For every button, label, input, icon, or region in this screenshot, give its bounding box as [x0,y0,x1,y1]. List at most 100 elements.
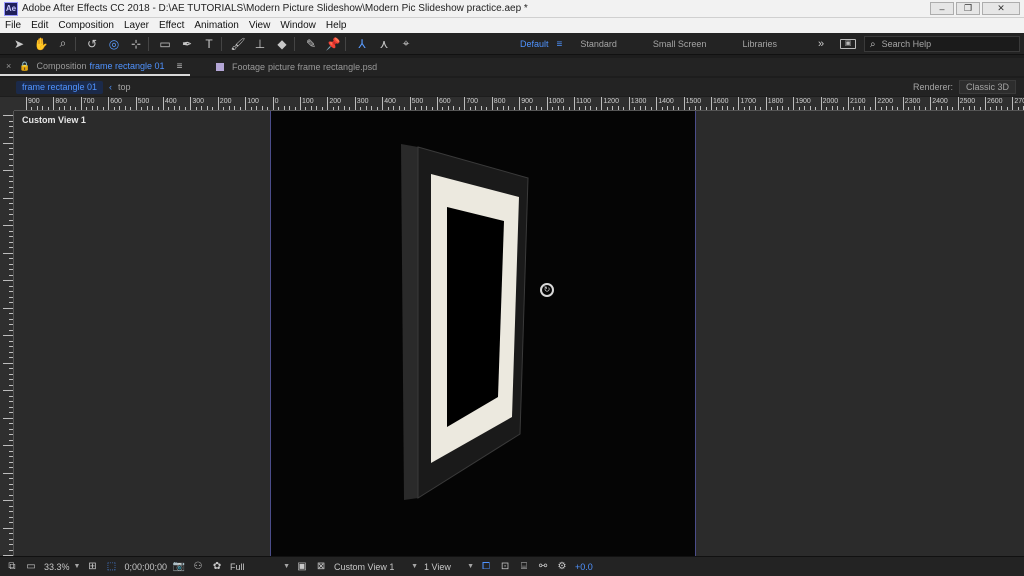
type-tool-icon[interactable]: T [200,35,218,53]
brush-tool-icon[interactable]: 🖌 [229,35,247,53]
menu-view[interactable]: View [249,20,271,31]
renderer-value[interactable]: Classic 3D [958,80,1016,94]
picture-frame-layer[interactable] [271,111,697,556]
reset-exposure-icon[interactable]: ⚙ [555,561,569,573]
current-time[interactable]: 0;00;00;00 [124,562,167,572]
composition-viewer[interactable]: Custom View 1 ↻ [14,111,1024,556]
camera-snapshot-icon[interactable]: 📷 [172,561,186,573]
window-controls: – ❐ ✕ [930,2,1020,15]
ruler-tick [9,192,13,193]
ruler-label: 800 [493,98,506,105]
always-preview-icon[interactable]: ⧉ [5,561,19,573]
search-help[interactable]: ⌕ [864,36,1020,52]
menu-edit[interactable]: Edit [31,20,48,31]
ruler-tick [9,324,13,325]
zoom-tool-icon[interactable]: ⌕ [54,35,72,53]
world-axis-icon[interactable]: ⋏ [375,35,393,53]
ruler-minor-tick [360,107,362,110]
ruler-tick [9,423,13,424]
close-tab-icon[interactable]: × [6,61,11,71]
ruler-minor-tick [398,106,400,110]
search-help-input[interactable] [881,39,1002,49]
ruler-minor-tick [212,107,214,110]
roto-brush-icon[interactable]: ✎ [302,35,320,53]
rectangle-tool-icon[interactable]: ▭ [156,35,174,53]
orbit-camera-icon[interactable]: ◎ [105,35,123,53]
mask-visibility-icon[interactable]: ⬚ [104,561,118,573]
menu-effect[interactable]: Effect [159,20,184,31]
more-workspaces-icon[interactable]: » [818,38,824,50]
left-ruler[interactable] [0,111,14,556]
ruler-minor-tick [612,106,614,110]
workspace-panel-icon[interactable]: ▣ [840,39,856,49]
hand-tool-icon[interactable]: ✋ [32,35,50,53]
ruler-minor-tick [952,107,954,110]
comp-flowchart-icon[interactable]: ⚯ [536,561,550,573]
menu-layer[interactable]: Layer [124,20,149,31]
workspace-standard[interactable]: Standard [580,39,617,49]
ruler-minor-tick [732,107,734,110]
top-ruler[interactable]: 900 800 700 600 500 400 300 200 100 0 100 200 300 400… [14,97,1024,111]
ruler-minor-tick [858,106,860,110]
fast-previews-icon[interactable]: ⊡ [498,561,512,573]
breadcrumb-next[interactable]: top [118,82,131,92]
exposure-value[interactable]: +0.0 [575,562,593,572]
local-axis-icon[interactable]: ⅄ [353,35,371,53]
ruler-tick [9,401,13,402]
ruler-minor-tick [1017,107,1019,110]
channel-color-icon[interactable]: ✿ [210,561,224,573]
ruler-label: 200 [329,98,342,105]
toggle-pixel-aspect-icon[interactable]: ⧠ [479,561,493,573]
workspace-libraries[interactable]: Libraries [742,39,777,49]
tab-footage[interactable]: Footage picture frame rectangle.psd [210,58,383,76]
3d-view-dropdown[interactable]: Custom View 1 ▼ [334,562,418,572]
eraser-icon[interactable]: ◆ [273,35,291,53]
timeline-icon[interactable]: ⌸ [517,561,531,573]
ruler-tick [9,467,13,468]
workspace-small-screen[interactable]: Small Screen [653,39,707,49]
menu-window[interactable]: Window [280,20,316,31]
breadcrumb-current-comp[interactable]: frame rectangle 01 [16,80,104,94]
pan-behind-icon[interactable]: ⊹ [127,35,145,53]
ruler-minor-tick [584,106,586,110]
minimize-button[interactable]: – [930,2,954,15]
workspace-menu-icon[interactable]: ≡ [557,39,563,50]
puppet-pin-icon[interactable]: 📌 [324,35,342,53]
ruler-minor-tick [886,106,888,110]
selection-tool-icon[interactable]: ➤ [10,35,28,53]
ruler-tick [9,164,13,166]
view-axis-icon[interactable]: ⌖ [397,35,415,53]
rotate-tool-icon[interactable]: ↺ [83,35,101,53]
resolution-dropdown[interactable]: Full ▼ [230,562,290,572]
restore-button[interactable]: ❐ [956,2,980,15]
clone-stamp-icon[interactable]: ⊥ [251,35,269,53]
menu-help[interactable]: Help [326,20,347,31]
close-button[interactable]: ✕ [982,2,1020,15]
view-layout-dropdown[interactable]: 1 View ▼ [424,562,474,572]
tab-composition[interactable]: × 🔒 Composition frame rectangle 01 ≡ [0,58,190,76]
ruler-tick [9,516,13,518]
resolution-grid-icon[interactable]: ⊞ [85,561,99,573]
menu-composition[interactable]: Composition [58,20,114,31]
menu-file[interactable]: File [5,20,21,31]
workspace-default[interactable]: Default [520,39,549,49]
panel-menu-icon[interactable]: ≡ [177,61,183,72]
lock-icon[interactable]: 🔒 [19,61,30,72]
menu-animation[interactable]: Animation [194,20,238,31]
ruler-minor-tick [908,107,910,110]
monitor-icon[interactable]: ▭ [24,561,38,573]
ruler-tick [9,549,13,551]
composition-canvas[interactable] [270,111,696,556]
magnification-dropdown[interactable]: 33.3% ▼ [44,562,80,572]
region-of-interest-icon[interactable]: ▣ [295,561,309,573]
pen-tool-icon[interactable]: ✒ [178,35,196,53]
view-name-label: Custom View 1 [22,115,86,125]
orbit-cursor-icon: ↻ [540,283,554,297]
ruler-minor-tick [458,107,460,110]
ruler-minor-tick [310,106,312,110]
ruler-tick [9,137,13,138]
ruler-minor-tick [58,107,60,110]
show-snapshot-icon[interactable]: ⚇ [191,561,205,573]
ruler-tick [9,428,13,430]
transparency-grid-icon[interactable]: ⊠ [314,561,328,573]
